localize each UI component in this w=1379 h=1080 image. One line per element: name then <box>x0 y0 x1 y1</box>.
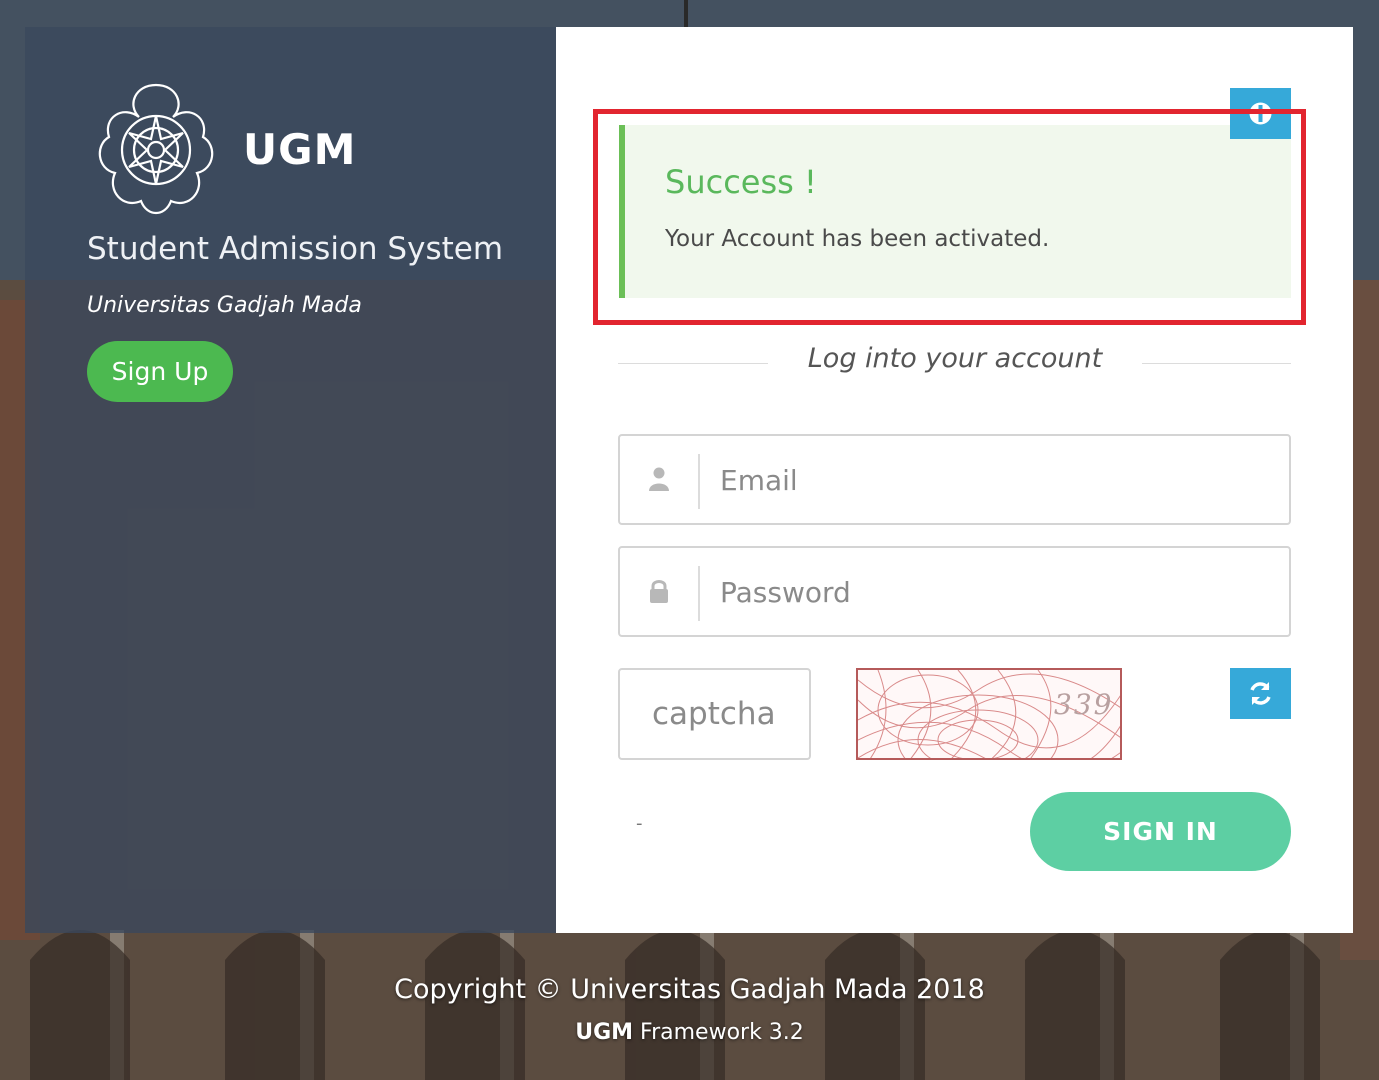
alert-title: Success ! <box>665 163 817 201</box>
email-field[interactable] <box>720 448 1270 512</box>
footer-framework: UGM Framework 3.2 <box>0 1020 1379 1045</box>
university-name: Universitas Gadjah Mada <box>87 293 362 318</box>
sign-in-button[interactable]: SIGN IN <box>1030 792 1291 871</box>
lock-icon <box>650 580 668 603</box>
captcha-code: 339 <box>1054 688 1114 721</box>
login-panel: Success ! Your Account has been activate… <box>556 27 1353 933</box>
alert-message: Your Account has been activated. <box>665 226 1050 252</box>
captcha-refresh-button[interactable] <box>1230 668 1291 719</box>
system-title: Student Admission System <box>87 231 504 267</box>
refresh-icon <box>1250 682 1271 705</box>
divider-left <box>618 363 768 364</box>
footer-copyright: Copyright © Universitas Gadjah Mada 2018 <box>394 974 985 1005</box>
ugm-seal-icon <box>98 83 214 215</box>
divider-right <box>1142 363 1291 364</box>
dash-text: - <box>636 813 643 834</box>
login-heading: Log into your account <box>807 343 1103 374</box>
captcha-field[interactable] <box>618 668 811 760</box>
framework-version: Framework 3.2 <box>640 1020 804 1045</box>
email-input-group <box>618 434 1291 525</box>
captcha-image: 339 <box>856 668 1122 760</box>
branding-panel: UGM Student Admission System Universitas… <box>25 27 556 933</box>
framework-brand: UGM <box>575 1020 634 1045</box>
input-separator <box>698 454 700 509</box>
password-input-group <box>618 546 1291 637</box>
sign-up-button[interactable]: Sign Up <box>87 341 233 402</box>
brand-name: UGM <box>243 125 357 174</box>
alert-close-button[interactable] <box>1230 88 1291 139</box>
close-circle-icon <box>1249 102 1272 125</box>
success-alert: Success ! Your Account has been activate… <box>619 125 1291 298</box>
password-field[interactable] <box>720 560 1270 624</box>
input-separator <box>698 566 700 621</box>
user-icon <box>649 467 669 491</box>
